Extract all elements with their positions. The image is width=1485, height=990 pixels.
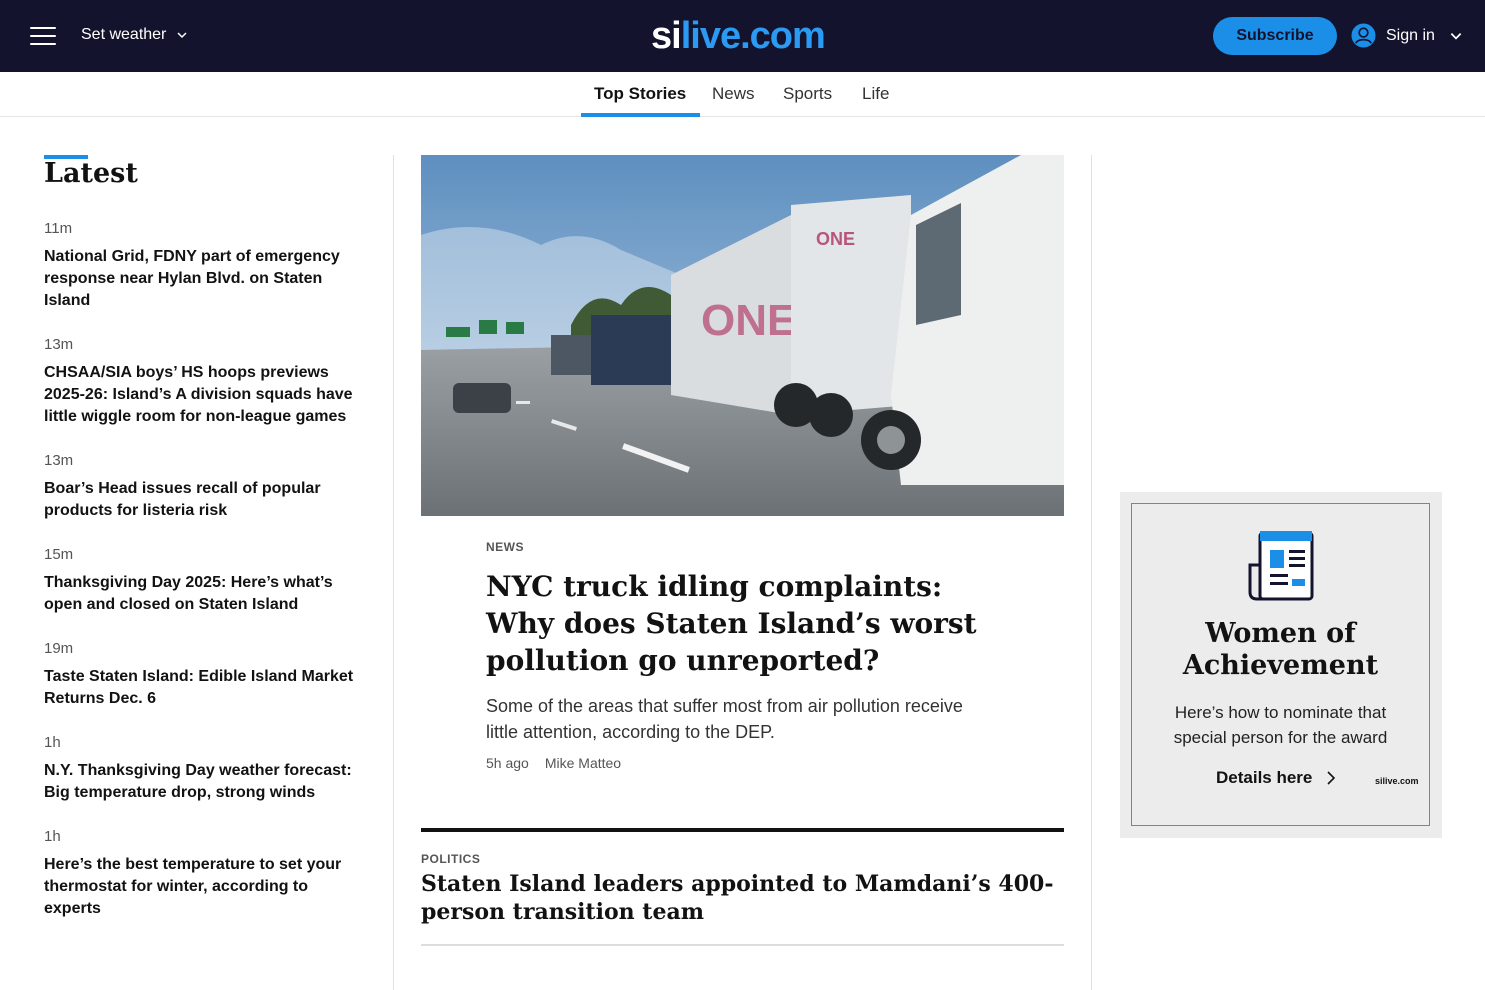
main-story-dek: Some of the areas that suffer most from … bbox=[486, 696, 963, 742]
item-headline[interactable]: Taste Staten Island: Edible Island Marke… bbox=[44, 666, 364, 710]
sign-in-dropdown[interactable]: Sign in bbox=[1351, 23, 1463, 48]
list-item[interactable]: 1h Here’s the best temperature to set yo… bbox=[44, 828, 364, 920]
weather-label: Set weather bbox=[81, 26, 167, 43]
promo-text: Here’s how to nominate that special pers… bbox=[1173, 703, 1388, 747]
newspaper-icon bbox=[1248, 531, 1314, 601]
section-nav: Top Stories News Sports Life bbox=[0, 72, 1485, 117]
set-weather-dropdown[interactable]: Set weather bbox=[81, 26, 188, 44]
details-link-label: Details here bbox=[1216, 768, 1313, 787]
tab-top-stories[interactable]: Top Stories bbox=[594, 84, 686, 104]
list-item[interactable]: 15m Thanksgiving Day 2025: Here’s what’s… bbox=[44, 546, 364, 616]
item-timestamp: 1h bbox=[44, 734, 61, 751]
secondary-story: POLITICS Staten Island leaders appointed… bbox=[421, 828, 1064, 946]
active-tab-indicator bbox=[581, 113, 700, 117]
latest-heading: Latest bbox=[44, 158, 138, 189]
main-story: NEWS NYC truck idling complaints: Why do… bbox=[486, 540, 996, 771]
list-item[interactable]: 11m National Grid, FDNY part of emergenc… bbox=[44, 220, 364, 312]
sign-in-label: Sign in bbox=[1386, 26, 1435, 44]
main-story-headline[interactable]: NYC truck idling complaints: Why does St… bbox=[486, 568, 996, 679]
chevron-down-icon bbox=[177, 32, 187, 39]
item-timestamp: 19m bbox=[44, 640, 74, 657]
user-avatar-icon bbox=[1351, 23, 1376, 48]
story-category[interactable]: POLITICS bbox=[421, 852, 1064, 866]
item-headline[interactable]: N.Y. Thanksgiving Day weather forecast: … bbox=[44, 760, 364, 804]
tab-life[interactable]: Life bbox=[862, 84, 889, 104]
column-divider bbox=[1091, 155, 1092, 990]
main-story-byline: 5h ago Mike Matteo bbox=[486, 755, 996, 771]
top-header: Set weather silive.com Subscribe Sign in bbox=[0, 0, 1485, 72]
column-divider bbox=[393, 155, 394, 990]
story-category[interactable]: NEWS bbox=[486, 540, 996, 554]
story-author[interactable]: Mike Matteo bbox=[545, 755, 621, 771]
secondary-story-headline[interactable]: Staten Island leaders appointed to Mamda… bbox=[421, 870, 1064, 926]
item-headline[interactable]: Thanksgiving Day 2025: Here’s what’s ope… bbox=[44, 572, 364, 616]
item-timestamp: 11m bbox=[44, 220, 73, 237]
svg-text:ONE: ONE bbox=[816, 229, 855, 249]
list-item[interactable]: 13m Boar’s Head issues recall of popular… bbox=[44, 452, 364, 522]
item-headline[interactable]: Here’s the best temperature to set your … bbox=[44, 854, 364, 920]
chevron-right-icon bbox=[1327, 771, 1336, 785]
site-logo[interactable]: silive.com bbox=[651, 12, 826, 60]
item-timestamp: 13m bbox=[44, 452, 74, 469]
item-headline[interactable]: CHSAA/SIA boys’ HS hoops previews 2025-2… bbox=[44, 362, 364, 428]
svg-text:ONE: ONE bbox=[701, 296, 796, 345]
item-timestamp: 13m bbox=[44, 336, 74, 353]
tab-news[interactable]: News bbox=[712, 84, 755, 104]
tab-sports[interactable]: Sports bbox=[783, 84, 832, 104]
promo-card: Women of Achievement Here’s how to nomin… bbox=[1120, 492, 1442, 838]
main-story-image[interactable]: ONE ONE bbox=[421, 155, 1064, 516]
item-headline[interactable]: National Grid, FDNY part of emergency re… bbox=[44, 246, 364, 312]
details-link[interactable]: Details here bbox=[1216, 768, 1336, 788]
item-timestamp: 15m bbox=[44, 546, 74, 563]
promo-brand-logo: silive.com bbox=[1375, 776, 1419, 786]
menu-icon[interactable] bbox=[30, 27, 56, 47]
latest-list: 11m National Grid, FDNY part of emergenc… bbox=[44, 220, 364, 944]
women-of-achievement-promo[interactable]: Women of Achievement Here’s how to nomin… bbox=[1131, 503, 1430, 826]
promo-title: Women of Achievement bbox=[1182, 618, 1379, 681]
subscribe-button[interactable]: Subscribe bbox=[1213, 17, 1337, 55]
item-timestamp: 1h bbox=[44, 828, 61, 845]
chevron-down-icon bbox=[1450, 32, 1462, 40]
truck-highway-photo: ONE ONE bbox=[421, 155, 1064, 516]
list-item[interactable]: 1h N.Y. Thanksgiving Day weather forecas… bbox=[44, 734, 364, 804]
list-item[interactable]: 13m CHSAA/SIA boys’ HS hoops previews 20… bbox=[44, 336, 364, 428]
story-timestamp: 5h ago bbox=[486, 755, 529, 771]
list-item[interactable]: 19m Taste Staten Island: Edible Island M… bbox=[44, 640, 364, 710]
item-headline[interactable]: Boar’s Head issues recall of popular pro… bbox=[44, 478, 364, 522]
